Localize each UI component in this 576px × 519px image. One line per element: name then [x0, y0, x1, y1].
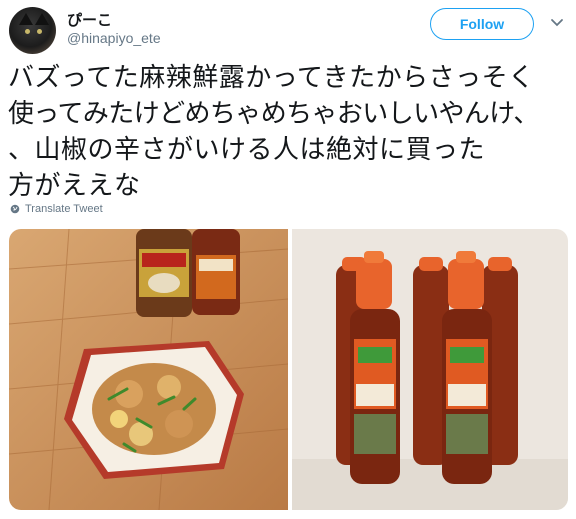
translate-tweet-link[interactable]: Translate Tweet [10, 203, 103, 215]
follow-button-label: Follow [459, 16, 505, 32]
tweet-text: バズってた麻辣鮮露かってきたからさっそく 使ってみたけどめちゃめちゃおいしいやん… [8, 60, 568, 204]
translate-tweet-label: Translate Tweet [25, 203, 103, 215]
tweet-photo-dish[interactable] [9, 229, 288, 510]
tweet-line: 使ってみたけどめちゃめちゃおいしいやんけ、 [8, 99, 539, 129]
tweet-line: 方がええな [8, 171, 141, 201]
user-display-name[interactable]: ぴーこ [67, 9, 112, 30]
avatar[interactable] [9, 7, 56, 54]
tweet-line: 、山椒の辛さがいける人は絶対に買った [8, 135, 486, 165]
user-handle[interactable]: @hinapiyo_ete [67, 30, 161, 46]
tweet-line: バズってた麻辣鮮露かってきたからさっそく [8, 63, 535, 93]
chevron-down-icon[interactable] [550, 18, 564, 28]
follow-button[interactable]: Follow [430, 8, 534, 40]
tweet-photo-bottles[interactable] [292, 229, 568, 510]
globe-icon [10, 204, 20, 214]
